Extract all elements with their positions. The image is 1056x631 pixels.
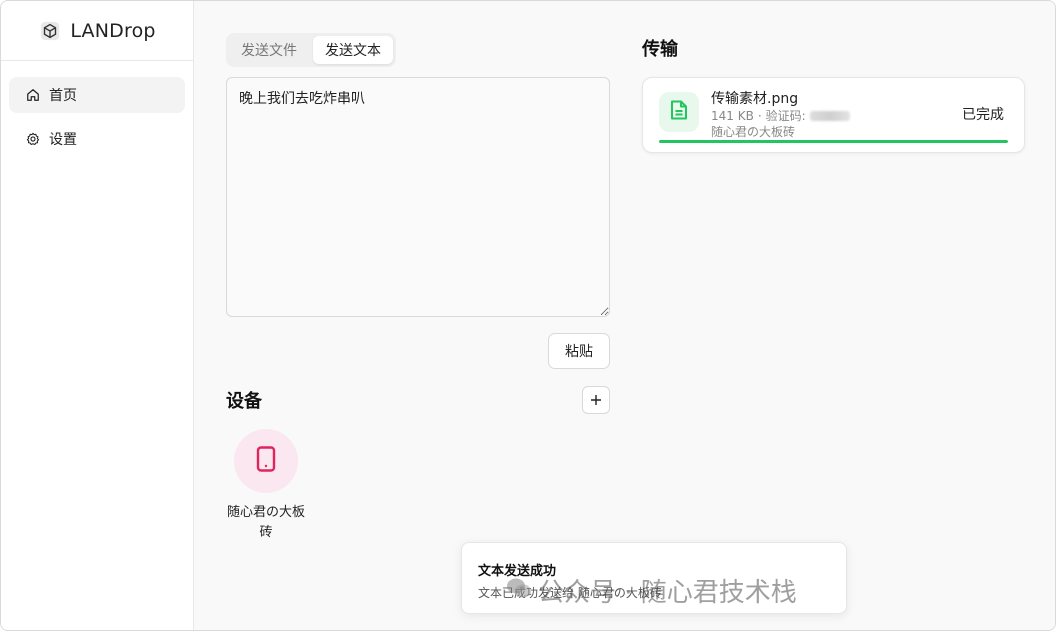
meta-separator: ·	[757, 108, 762, 123]
brand: LANDrop	[1, 1, 193, 61]
toast-notification[interactable]: 文本发送成功 文本已成功发送给 随心君の大板砖	[461, 542, 847, 614]
tab-send-text[interactable]: 发送文本	[313, 36, 393, 64]
file-device: 随心君の大板砖	[711, 125, 796, 139]
paste-button[interactable]: 粘贴	[548, 333, 610, 369]
tab-send-file[interactable]: 发送文件	[229, 36, 309, 64]
progress-bar	[659, 140, 1008, 143]
file-text-icon	[670, 100, 688, 124]
gear-icon	[25, 131, 41, 147]
code-label: 验证码:	[765, 109, 806, 123]
devices-title: 设备	[226, 391, 262, 412]
file-meta: 141 KB · 验证码:	[711, 107, 850, 124]
sidebar-nav: 首页 设置	[1, 61, 193, 181]
phone-icon	[256, 446, 276, 476]
main-content: 发送文件 发送文本 粘贴 设备 随心君の大板砖 传输	[194, 1, 1055, 630]
send-text-input[interactable]	[226, 77, 610, 317]
file-name: 传输素材.png	[711, 91, 799, 107]
home-icon	[25, 87, 41, 103]
file-icon-wrapper	[659, 92, 699, 132]
device-item[interactable]: 随心君の大板砖	[226, 429, 306, 543]
device-avatar	[234, 429, 298, 493]
toast-description: 文本已成功发送给 随心君の大板砖	[478, 586, 662, 600]
box-logo-icon	[38, 19, 62, 43]
sidebar-item-home[interactable]: 首页	[9, 77, 185, 113]
add-device-button[interactable]	[582, 386, 610, 414]
progress-fill	[659, 140, 1008, 143]
app-title: LANDrop	[70, 19, 156, 42]
sidebar-item-settings[interactable]: 设置	[9, 121, 185, 157]
transfer-status: 已完成	[962, 107, 1004, 123]
app-window: LANDrop 首页 设置 发送文件 发送文本 粘贴 设备	[0, 0, 1056, 631]
file-size: 141 KB	[711, 108, 754, 123]
verification-code-redacted	[809, 110, 850, 121]
send-mode-tabs: 发送文件 发送文本	[226, 33, 396, 67]
transfer-item[interactable]: 传输素材.png 141 KB · 验证码: 随心君の大板砖 已完成	[642, 77, 1025, 153]
plus-icon	[590, 391, 602, 410]
transfers-title: 传输	[642, 39, 678, 60]
sidebar-item-label: 首页	[49, 88, 77, 104]
sidebar-item-label: 设置	[49, 132, 77, 148]
toast-title: 文本发送成功	[478, 564, 557, 579]
device-name: 随心君の大板砖	[226, 505, 305, 540]
sidebar: LANDrop 首页 设置	[1, 1, 194, 630]
